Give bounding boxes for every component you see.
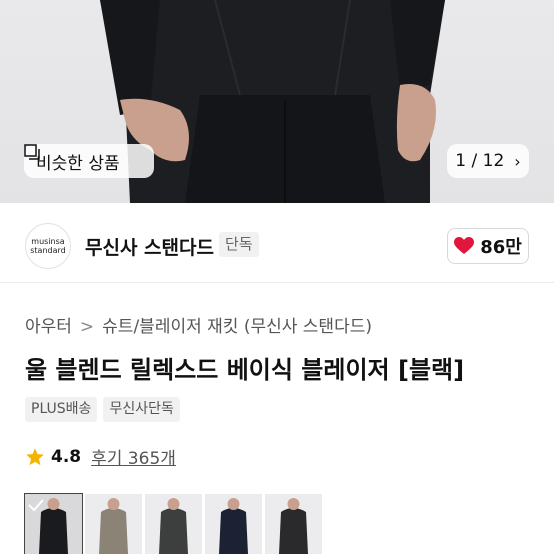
similar-product-icon bbox=[24, 144, 40, 160]
breadcrumb-category[interactable]: 슈트/블레이저 재킷 (무신사 스탠다드) bbox=[102, 317, 372, 337]
color-options bbox=[24, 493, 322, 554]
image-counter: 1 / 12 bbox=[455, 151, 505, 171]
tag-exclusive: 무신사단독 bbox=[103, 397, 180, 422]
color-thumb-navy[interactable] bbox=[205, 494, 262, 554]
heart-icon bbox=[454, 237, 475, 254]
breadcrumb-outer[interactable]: 아우터 bbox=[25, 317, 72, 337]
color-thumb-dark-grey[interactable] bbox=[265, 494, 322, 554]
color-thumb-charcoal[interactable] bbox=[145, 494, 202, 554]
reviews-link[interactable]: 후기 365개 bbox=[91, 444, 176, 469]
like-button[interactable]: 86만 bbox=[447, 228, 529, 264]
exclusive-badge: 단독 bbox=[219, 232, 259, 257]
thumb-photo-beige bbox=[85, 494, 142, 554]
breadcrumb-separator: > bbox=[79, 317, 95, 337]
breadcrumb: 아우터 > 슈트/블레이저 재킷 (무신사 스탠다드) bbox=[25, 312, 372, 337]
brand-name-link[interactable]: 무신사 스탠다드 bbox=[85, 233, 214, 260]
brand-logo-line2: standard bbox=[30, 246, 66, 255]
chevron-right-icon: › bbox=[514, 151, 521, 171]
product-image-carousel[interactable]: 비슷한 상품 1 / 12 › bbox=[0, 0, 554, 203]
brand-logo-line1: musinsa bbox=[31, 237, 65, 246]
similar-products-button[interactable]: 비슷한 상품 bbox=[24, 144, 154, 178]
check-icon bbox=[28, 499, 44, 512]
color-thumb-beige[interactable] bbox=[85, 494, 142, 554]
color-thumb-black[interactable] bbox=[24, 493, 83, 554]
like-count: 86만 bbox=[480, 237, 522, 258]
rating-score: 4.8 bbox=[51, 446, 82, 467]
product-title: 울 블렌드 릴렉스드 베이식 블레이저 [블랙] bbox=[25, 356, 465, 384]
brand-logo[interactable]: musinsa standard bbox=[25, 223, 71, 269]
similar-products-label: 비슷한 상품 bbox=[36, 153, 120, 174]
product-tags: PLUS배송 무신사단독 bbox=[25, 397, 180, 422]
rating: 4.8 후기 365개 bbox=[25, 444, 176, 469]
star-icon bbox=[26, 447, 44, 465]
thumb-photo-charcoal bbox=[145, 494, 202, 554]
tag-plus-delivery: PLUS배송 bbox=[25, 397, 98, 422]
thumb-photo-navy bbox=[205, 494, 262, 554]
brand-row: musinsa standard 무신사 스탠다드 단독 86만 bbox=[0, 210, 554, 282]
divider bbox=[0, 282, 554, 283]
image-counter-button[interactable]: 1 / 12 › bbox=[447, 144, 529, 178]
thumb-photo-dark-grey bbox=[265, 494, 322, 554]
